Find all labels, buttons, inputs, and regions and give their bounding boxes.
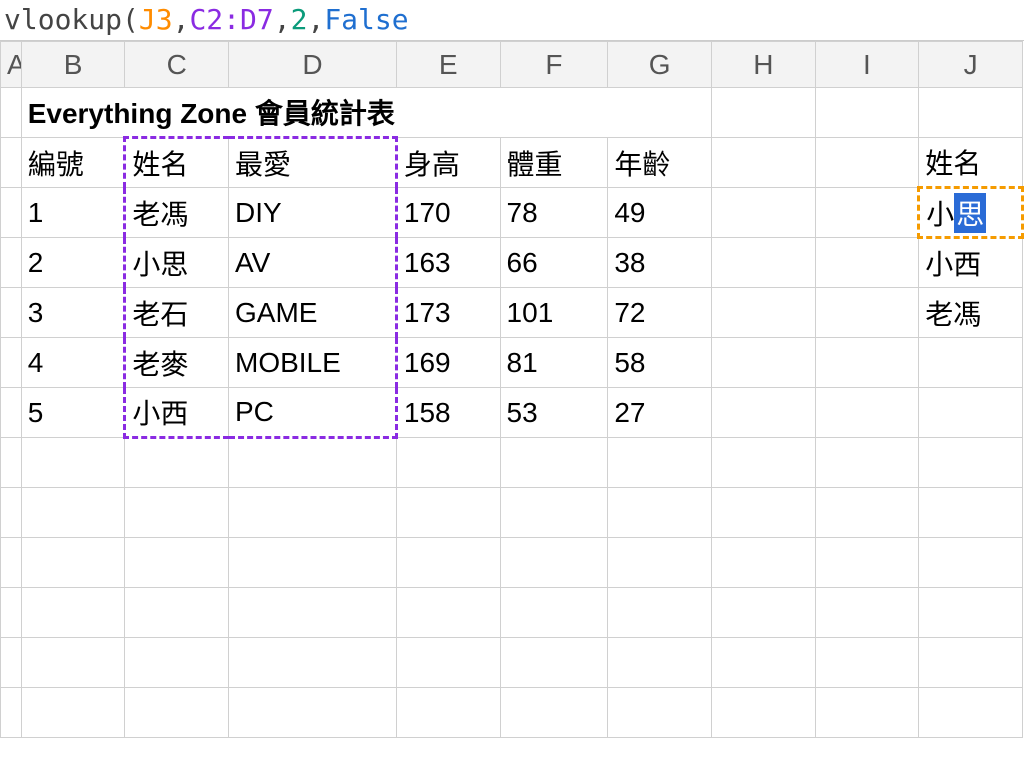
cell-F5[interactable]: 101 — [500, 288, 608, 338]
row-12[interactable] — [1, 638, 1023, 688]
col-E[interactable]: E — [396, 42, 500, 88]
cell-H3[interactable] — [711, 188, 815, 238]
cell-J7[interactable] — [919, 388, 1023, 438]
formula-fn: vlookup( — [4, 3, 139, 36]
cell-D6[interactable]: MOBILE — [229, 338, 397, 388]
cell-E5[interactable]: 173 — [396, 288, 500, 338]
cell-E6[interactable]: 169 — [396, 338, 500, 388]
formula-colindex: 2 — [291, 3, 308, 36]
cell-H4[interactable] — [711, 238, 815, 288]
cell-C6[interactable]: 老麥 — [125, 338, 229, 388]
cell-F4[interactable]: 66 — [500, 238, 608, 288]
cell-A7[interactable] — [1, 388, 22, 438]
cell-H6[interactable] — [711, 338, 815, 388]
table-title[interactable]: Everything Zone 會員統計表 — [21, 88, 711, 138]
row-6[interactable]: 4 老麥 MOBILE 169 81 58 — [1, 338, 1023, 388]
col-A[interactable]: A — [1, 42, 22, 88]
cell-B5[interactable]: 3 — [21, 288, 125, 338]
formula-ref-j3: J3 — [139, 3, 173, 36]
header-height[interactable]: 身高 — [396, 138, 500, 188]
header-age[interactable]: 年齡 — [608, 138, 712, 188]
row-2[interactable]: 編號 姓名 最愛 身高 體重 年齡 姓名 — [1, 138, 1023, 188]
formula-ref-range: C2:D7 — [189, 3, 273, 36]
row-13[interactable] — [1, 688, 1023, 738]
cell-C3[interactable]: 老馮 — [125, 188, 229, 238]
cell-E4[interactable]: 163 — [396, 238, 500, 288]
cell-I6[interactable] — [815, 338, 919, 388]
cell-B7[interactable]: 5 — [21, 388, 125, 438]
col-I[interactable]: I — [815, 42, 919, 88]
col-B[interactable]: B — [21, 42, 125, 88]
cell-C4[interactable]: 小思 — [125, 238, 229, 288]
header-name[interactable]: 姓名 — [125, 138, 229, 188]
spreadsheet-grid[interactable]: A B C D E F G H I J Everything Zone 會員統計… — [0, 41, 1024, 738]
col-D[interactable]: D — [229, 42, 397, 88]
row-11[interactable] — [1, 588, 1023, 638]
cell-D4[interactable]: AV — [229, 238, 397, 288]
header-weight[interactable]: 體重 — [500, 138, 608, 188]
cell-G7[interactable]: 27 — [608, 388, 712, 438]
cell-D5[interactable]: GAME — [229, 288, 397, 338]
row-4[interactable]: 2 小思 AV 163 66 38 小西 — [1, 238, 1023, 288]
col-C[interactable]: C — [125, 42, 229, 88]
cell-I2[interactable] — [815, 138, 919, 188]
cell-B4[interactable]: 2 — [21, 238, 125, 288]
cell-I4[interactable] — [815, 238, 919, 288]
j3-text: 小 — [926, 199, 954, 230]
cell-A3[interactable] — [1, 188, 22, 238]
row-9[interactable] — [1, 488, 1023, 538]
cell-D3[interactable]: DIY — [229, 188, 397, 238]
cell-J3[interactable]: 小思 — [919, 188, 1023, 238]
cell-A6[interactable] — [1, 338, 22, 388]
cell-F7[interactable]: 53 — [500, 388, 608, 438]
row-7[interactable]: 5 小西 PC 158 53 27 — [1, 388, 1023, 438]
cell-A2[interactable] — [1, 138, 22, 188]
cell-G4[interactable]: 38 — [608, 238, 712, 288]
header-fav[interactable]: 最愛 — [229, 138, 397, 188]
row-3[interactable]: 1 老馮 DIY 170 78 49 小思 — [1, 188, 1023, 238]
row-10[interactable] — [1, 538, 1023, 588]
cell-E3[interactable]: 170 — [396, 188, 500, 238]
cell-G3[interactable]: 49 — [608, 188, 712, 238]
row-8[interactable] — [1, 438, 1023, 488]
cell-I7[interactable] — [815, 388, 919, 438]
cell-H5[interactable] — [711, 288, 815, 338]
cell-A1[interactable] — [1, 88, 22, 138]
cell-H1[interactable] — [711, 88, 815, 138]
cell-A5[interactable] — [1, 288, 22, 338]
col-H[interactable]: H — [711, 42, 815, 88]
cell-I5[interactable] — [815, 288, 919, 338]
cell-C7[interactable]: 小西 — [125, 388, 229, 438]
cell-H7[interactable] — [711, 388, 815, 438]
cell-G5[interactable]: 72 — [608, 288, 712, 338]
cell-F6[interactable]: 81 — [500, 338, 608, 388]
col-F[interactable]: F — [500, 42, 608, 88]
row-5[interactable]: 3 老石 GAME 173 101 72 老馮 — [1, 288, 1023, 338]
header-id[interactable]: 編號 — [21, 138, 125, 188]
cell-B6[interactable]: 4 — [21, 338, 125, 388]
cell-G6[interactable]: 58 — [608, 338, 712, 388]
formula-bar[interactable]: vlookup(J3,C2:D7,2,False — [0, 0, 1024, 41]
col-J[interactable]: J — [919, 42, 1023, 88]
j3-selection: 思 — [954, 193, 986, 233]
cell-J6[interactable] — [919, 338, 1023, 388]
cell-J5[interactable]: 老馮 — [919, 288, 1023, 338]
col-G[interactable]: G — [608, 42, 712, 88]
cell-H2[interactable] — [711, 138, 815, 188]
cell-A4[interactable] — [1, 238, 22, 288]
formula-match: False — [324, 3, 408, 36]
cell-I3[interactable] — [815, 188, 919, 238]
cell-E7[interactable]: 158 — [396, 388, 500, 438]
cell-D7[interactable]: PC — [229, 388, 397, 438]
cell-J1[interactable] — [919, 88, 1023, 138]
row-1[interactable]: Everything Zone 會員統計表 — [1, 88, 1023, 138]
cell-B3[interactable]: 1 — [21, 188, 125, 238]
cell-J4[interactable]: 小西 — [919, 238, 1023, 288]
cell-C5[interactable]: 老石 — [125, 288, 229, 338]
cell-F3[interactable]: 78 — [500, 188, 608, 238]
side-header-name[interactable]: 姓名 — [919, 138, 1023, 188]
column-headers[interactable]: A B C D E F G H I J — [1, 42, 1023, 88]
cell-I1[interactable] — [815, 88, 919, 138]
